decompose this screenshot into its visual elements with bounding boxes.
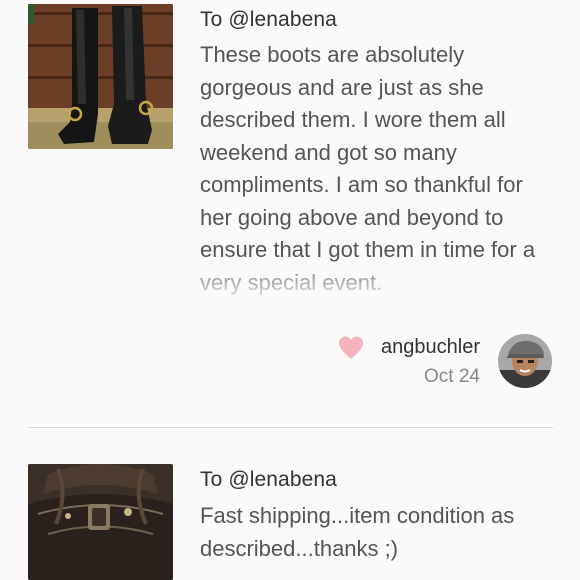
review-photo-boots[interactable] xyxy=(28,4,173,149)
heart-icon[interactable] xyxy=(338,335,364,361)
avatar[interactable] xyxy=(498,334,552,388)
review-recipient: To @lenabena xyxy=(200,8,337,31)
review-card: To @lenabena Fast shipping...item condit… xyxy=(0,428,580,580)
review-recipient: To @lenabena xyxy=(200,468,337,491)
review-text: These boots are absolutely gorgeous and … xyxy=(200,42,536,295)
boots-image xyxy=(28,4,173,149)
review-date: Oct 24 xyxy=(424,366,480,387)
handbag-image xyxy=(28,464,173,580)
reviewer-username[interactable]: angbuchler xyxy=(381,336,480,359)
reviewer-info: angbuchler Oct 24 xyxy=(292,334,552,390)
review-card: To @lenabena These boots are absolutely … xyxy=(0,0,580,428)
review-text: Fast shipping...item condition as descri… xyxy=(200,503,515,561)
avatar-image xyxy=(498,334,552,388)
review-photo-handbag[interactable] xyxy=(28,464,173,580)
